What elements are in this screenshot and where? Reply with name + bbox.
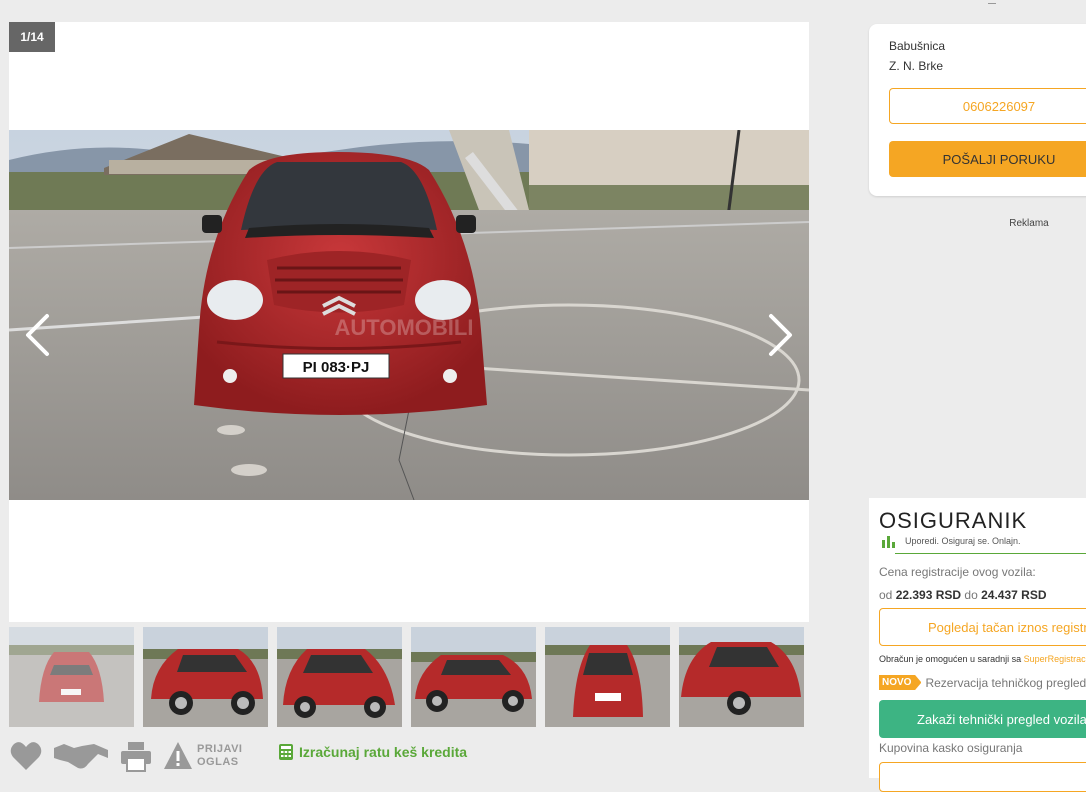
inspection-text: Rezervacija tehničkog pregleda — [925, 675, 1086, 690]
osiguranik-logo[interactable]: OSIGURANIK Uporedi. Osiguraj se. Onlajn. — [879, 510, 1027, 548]
divider-line — [895, 553, 1086, 554]
price-from: 22.393 RSD — [895, 588, 962, 602]
license-plate: PI 083·PJ — [303, 359, 370, 376]
schedule-inspection-button[interactable]: Zakaži tehnički pregled vozila — [879, 700, 1086, 738]
price-to: 24.437 RSD — [981, 588, 1047, 602]
report-ad-label: PRIJAVI OGLAS — [197, 743, 243, 768]
heart-icon — [10, 742, 42, 770]
next-photo-button[interactable] — [761, 307, 801, 363]
send-message-button[interactable]: POŠALJI PORUKU — [889, 141, 1086, 177]
thumbnail-1[interactable] — [9, 627, 134, 727]
thumbnail-6[interactable] — [679, 627, 804, 727]
thumbnail-2[interactable] — [143, 627, 268, 727]
inspection-promo: NOVO Rezervacija tehničkog pregleda — [879, 675, 1086, 690]
insurance-widget: OSIGURANIK Uporedi. Osiguraj se. Onlajn.… — [869, 498, 1086, 792]
photo-gallery: 1/14 PI 083·PJ AUTOMOBILI — [9, 22, 809, 622]
registration-price-label: Cena registracije ovog vozila: — [879, 565, 1036, 579]
seller-street: Z. N. Brke — [889, 59, 944, 73]
osiguranik-tagline: Uporedi. Osiguraj se. Onlajn. — [905, 536, 1021, 546]
top-edge-mark — [988, 0, 996, 4]
thumbnail-5[interactable] — [545, 627, 670, 727]
partner-note: Obračun je omogućen u saradnji sa SuperR… — [879, 654, 1086, 664]
watermark: AUTOMOBILI — [335, 315, 474, 340]
seller-city: Babušnica — [889, 39, 946, 53]
registration-price-range: od 22.393 RSD do 24.437 RSD — [879, 588, 1047, 602]
ad-actions: PRIJAVI OGLAS — [9, 737, 242, 775]
trade-offer-button[interactable] — [53, 739, 109, 773]
seller-contact-card: Babušnica Z. N. Brke 0606226097 POŠALJI … — [869, 24, 1086, 196]
bars-logo-icon — [882, 536, 895, 548]
phone-number-button[interactable]: 0606226097 — [889, 88, 1086, 124]
thumbnail-3[interactable] — [277, 627, 402, 727]
ad-label: Reklama — [1009, 218, 1049, 229]
previous-photo-button[interactable] — [17, 307, 57, 363]
chevron-left-icon — [26, 314, 49, 356]
thumbnail-strip — [9, 627, 809, 727]
photo-counter: 1/14 — [9, 22, 55, 52]
osiguranik-brand: OSIGURANIK — [879, 508, 1028, 533]
seller-location: Babušnica Z. N. Brke — [889, 36, 945, 76]
credit-calculator-label: Izračunaj ratu keš kredita — [299, 744, 468, 760]
printer-icon — [121, 742, 151, 772]
kasko-button[interactable] — [879, 762, 1086, 792]
calculator-icon — [279, 744, 293, 760]
thumbnail-4[interactable] — [411, 627, 536, 727]
chevron-right-icon — [769, 314, 792, 356]
warning-icon — [164, 742, 192, 769]
main-car-photo[interactable]: PI 083·PJ AUTOMOBILI — [9, 130, 809, 500]
view-registration-price-button[interactable]: Pogledaj tačan iznos registracije — [879, 608, 1086, 646]
partner-link[interactable]: SuperRegistracija — [1024, 654, 1086, 664]
save-favorite-button[interactable] — [9, 739, 43, 773]
new-badge: NOVO — [879, 675, 922, 690]
report-ad-button[interactable]: PRIJAVI OGLAS — [163, 739, 242, 773]
kasko-label: Kupovina kasko osiguranja — [879, 741, 1023, 755]
credit-calculator-link[interactable]: Izračunaj ratu keš kredita — [279, 744, 467, 760]
print-button[interactable] — [119, 739, 153, 773]
handshake-icon — [54, 744, 108, 769]
